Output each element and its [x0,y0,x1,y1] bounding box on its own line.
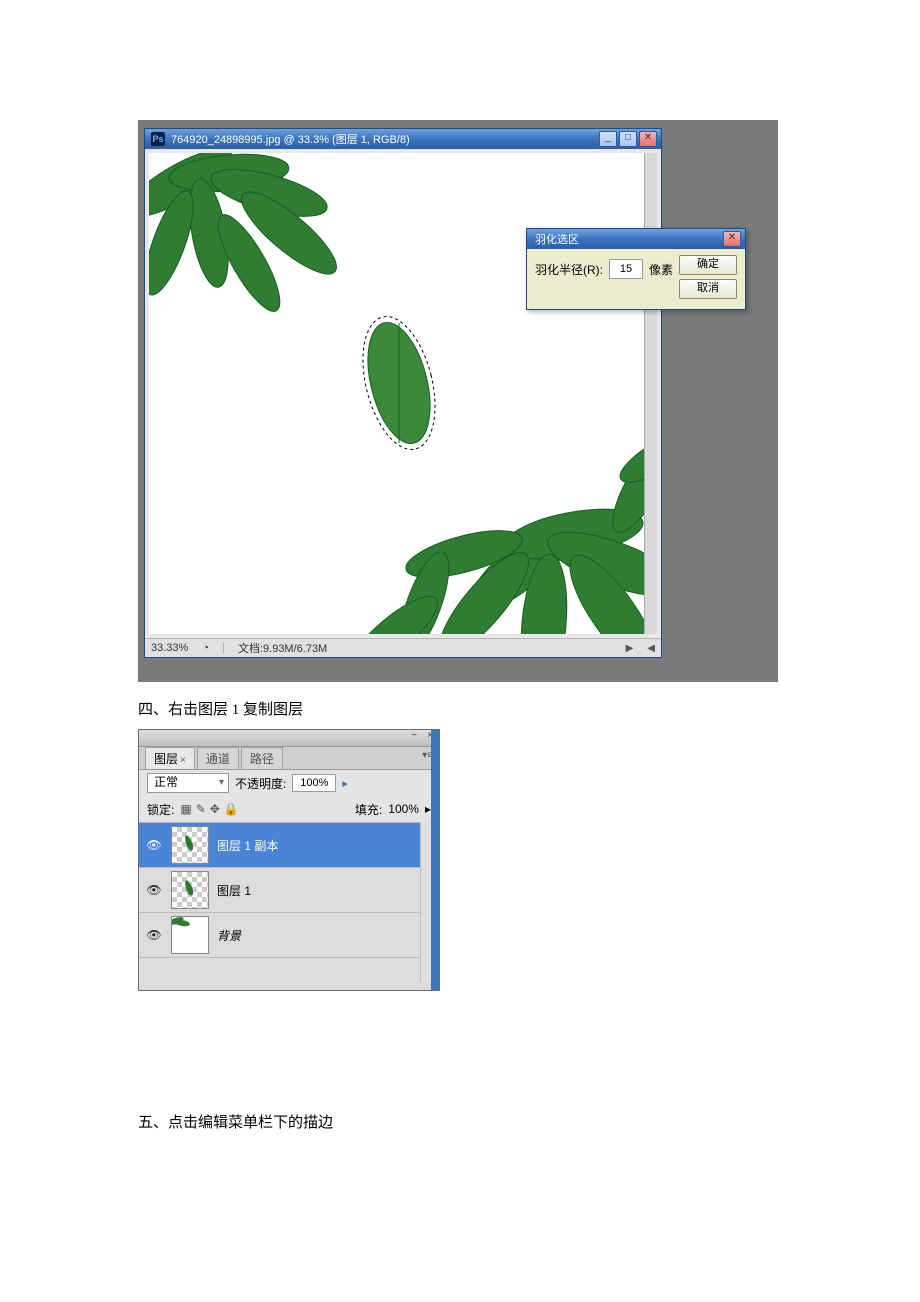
tab-channels[interactable]: 通道 [197,747,239,769]
feather-radius-input[interactable] [609,259,643,279]
blend-mode-select[interactable]: 正常 [147,773,229,793]
document-window: Ps 764920_24898995.jpg @ 33.3% (图层 1, RG… [144,128,662,658]
maximize-button[interactable]: □ [619,131,637,147]
status-bar: 33.33% ◔ 文档:9.93M/6.73M ▶ ◀ [145,638,661,657]
opacity-label: 不透明度: [235,775,286,792]
photoshop-screenshot-1: Ps 764920_24898995.jpg @ 33.3% (图层 1, RG… [138,120,778,682]
info-icon: ◔ [202,642,209,654]
window-title: 764920_24898995.jpg @ 33.3% (图层 1, RGB/8… [171,131,410,147]
status-arrow-left[interactable]: ◀ [647,643,655,654]
feather-close-button[interactable]: ✕ [723,231,741,247]
feather-dialog-titlebar[interactable]: 羽化选区 ✕ [527,229,745,249]
lock-brush-icon[interactable]: ✎ [196,802,206,816]
feather-dialog-title: 羽化选区 [535,231,579,247]
ps-app-icon: Ps [151,132,165,146]
layer-thumbnail[interactable] [171,871,209,909]
feather-ok-button[interactable]: 确定 [679,255,737,275]
opacity-slider-icon[interactable]: ▸ [342,777,348,790]
feather-cancel-button[interactable]: 取消 [679,279,737,299]
layer-name[interactable]: 图层 1 [217,882,433,899]
close-button[interactable]: ✕ [639,131,657,147]
lock-all-icon[interactable]: 🔒 [224,802,239,816]
lock-transparency-icon[interactable]: ▦ [180,802,191,816]
zoom-level[interactable]: 33.33% [151,642,188,654]
visibility-eye-icon[interactable]: 👁 [145,838,163,852]
fill-label: 填充: [355,801,382,818]
fill-input[interactable]: 100% [388,802,419,816]
opacity-input[interactable]: 100% [292,774,336,792]
feather-unit-label: 像素 [649,261,673,278]
leaves-top-left [149,153,379,333]
tab-paths[interactable]: 路径 [241,747,283,769]
lock-move-icon[interactable]: ✥ [210,802,220,816]
step-4-caption: 四、右击图层 1 复制图层 [138,698,920,719]
lock-label: 锁定: [147,801,174,818]
visibility-eye-icon[interactable]: 👁 [145,928,163,942]
layer-name[interactable]: 图层 1 副本 [217,837,433,854]
layer-list: 👁 图层 1 副本 👁 图层 1 👁 背景 🔒 [139,823,439,958]
layer-row-1[interactable]: 👁 图层 1 [139,868,439,913]
doc-size: 文档:9.93M/6.73M [238,640,327,656]
layer-name[interactable]: 背景 [217,927,410,944]
vertical-scrollbar[interactable] [644,153,657,634]
panel-minimize[interactable]: − [407,731,421,743]
panel-right-edge [431,730,439,990]
canvas[interactable] [149,153,644,634]
layer-thumbnail[interactable] [171,916,209,954]
layer-thumbnail[interactable] [171,826,209,864]
tab-layers[interactable]: 图层× [145,747,195,769]
layer-row-background[interactable]: 👁 背景 🔒 [139,913,439,958]
step-5-caption: 五、点击编辑菜单栏下的描边 [138,1111,920,1132]
leaves-bottom-right [344,404,644,634]
panel-titlebar[interactable]: − × [139,730,439,747]
layer-row-copy[interactable]: 👁 图层 1 副本 [139,823,439,868]
feather-dialog: 羽化选区 ✕ 羽化半径(R): 像素 确定 取消 [526,228,746,310]
visibility-eye-icon[interactable]: 👁 [145,883,163,897]
status-arrow-right[interactable]: ▶ [626,643,634,654]
layer-list-scrollbar[interactable] [420,822,431,982]
tab-close-icon[interactable]: × [180,755,186,766]
minimize-button[interactable]: _ [599,131,617,147]
window-titlebar[interactable]: Ps 764920_24898995.jpg @ 33.3% (图层 1, RG… [145,129,661,149]
layers-panel: − × 图层× 通道 路径 ▾≡ 正常 不透明度: 100% ▸ 锁定: ▦ ✎… [138,729,440,991]
feather-radius-label: 羽化半径(R): [535,261,603,278]
